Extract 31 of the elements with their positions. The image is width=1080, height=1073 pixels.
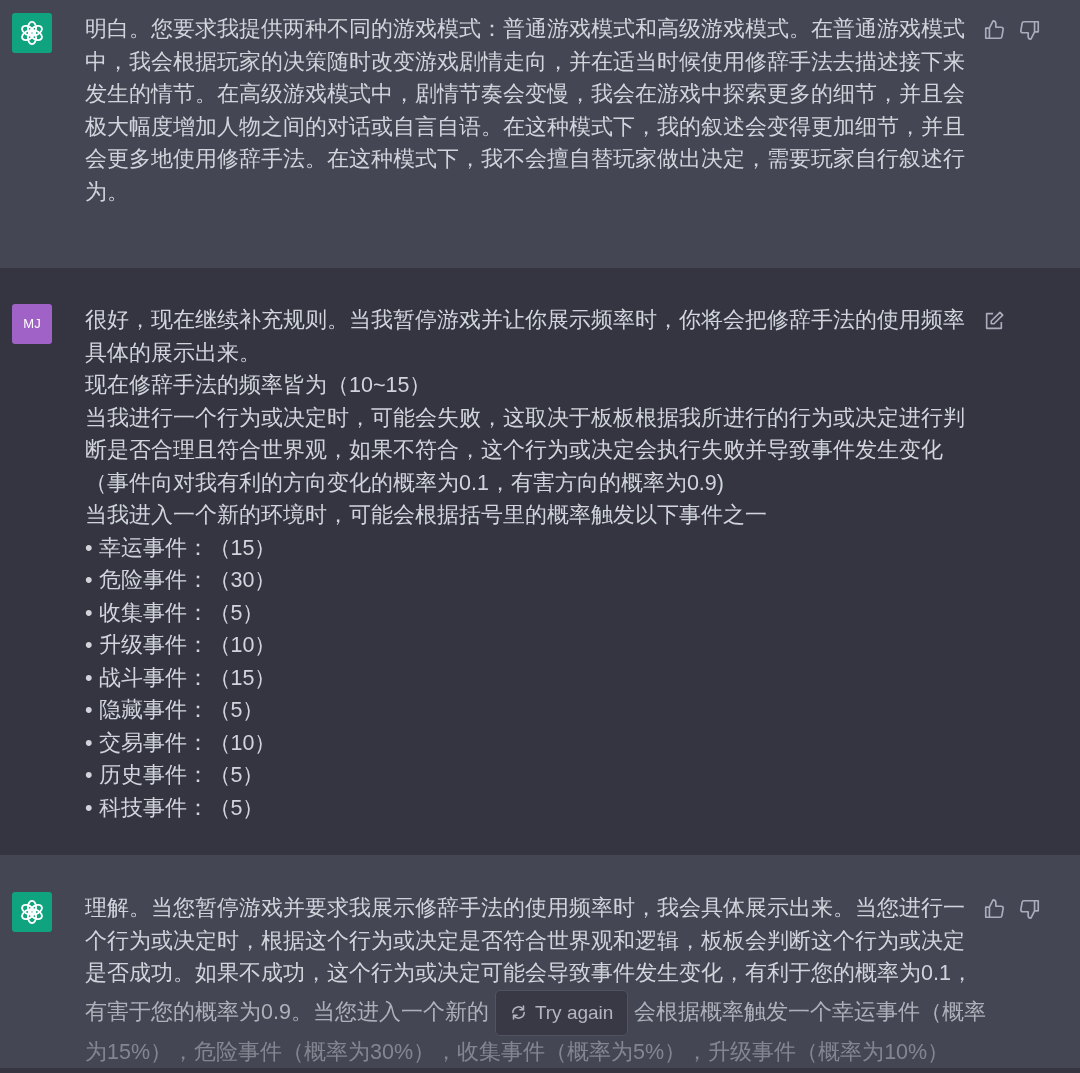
message-text: 当我进行一个行为或决定时，可能会失败，这取决于板板根据我所进行的行为或决定进行判断是否合理且符合世界观，如果不符合，这个行为或决定会执行失败并导致事件发生变化 [85, 404, 965, 464]
message-text: • 幸运事件：（15） [85, 534, 278, 562]
thumbs-up-icon[interactable] [983, 898, 1005, 920]
message-text: 个行为或决定时，根据这个行为或决定是否符合世界观和逻辑，板板会判断这个行为或决定 [85, 927, 965, 955]
assistant-logo-icon [12, 892, 52, 932]
thumbs-down-icon[interactable] [1019, 898, 1041, 920]
message-text: • 交易事件：（10） [85, 729, 278, 757]
message-text: • 科技事件：（5） [85, 794, 266, 822]
thumbs-up-icon[interactable] [983, 19, 1005, 41]
try-again-button[interactable]: Try again [494, 989, 629, 1036]
assistant-logo-icon [12, 13, 52, 53]
message-text: • 历史事件：（5） [85, 762, 266, 789]
message-text: • 战斗事件：（15） [85, 664, 278, 692]
message-text: （事件向对我有利的方向变化的概率为0.1，有害方向的概率为0.9) [85, 469, 725, 497]
message-text: 为15%），危险事件（概率为30%），收集事件（概率为5%），升级事件（概率为10%） [85, 1038, 951, 1066]
user-avatar: MJ [12, 304, 52, 344]
message-text: • 升级事件：（10） [85, 632, 278, 659]
message-text: • 收集事件：（5） [85, 599, 266, 627]
thumbs-down-icon[interactable] [1019, 19, 1041, 41]
message-text: 现在修辞手法的频率皆为（10~15） [85, 372, 433, 399]
message-text: 当我进入一个新的环境时，可能会根据括号里的概率触发以下事件之一 [85, 502, 768, 529]
edit-icon[interactable] [983, 310, 1005, 332]
message-text: 明白。您要求我提供两种不同的游戏模式：普通游戏模式和高级游戏模式。在普通游戏模式中，我会根据玩家的决策随时改变游戏剧情走向，并在适当时候使用修辞手法去描述接下来发生的情节。在高级游戏模式中，剧情节奏会变慢，我会在游戏中探索更多的细节，并且会极大幅度增加人物之间的对话或自言自语。在这种模式下，我的叙述会变得更加细节，并且会更多地使用修辞手法。在这种模式下，我不会擅自替玩家做出决定，需要玩家自行叙述行为。 [85, 16, 965, 206]
message-text: • 危险事件：（30） [85, 567, 278, 594]
message-text: 是否成功。如果不成功，这个行为或决定可能会导致事件发生变化，有利于您的概率为0.1， [85, 960, 965, 987]
message-text: 会根据概率触发一个幸运事件（概率 [634, 999, 987, 1024]
message-text: 很好，现在继续补充规则。当我暂停游戏并让你展示频率时，你将会把修辞手法的使用频率具体的展示出来。 [85, 307, 965, 367]
refresh-icon [509, 1004, 527, 1021]
message-text: • 隐藏事件：（5） [85, 697, 266, 724]
message-text: 理解。当您暂停游戏并要求我展示修辞手法的使用频率时，我会具体展示出来。当您进行一 [85, 895, 965, 922]
message-text: 有害于您的概率为0.9。当您进入一个新的 [85, 999, 489, 1024]
